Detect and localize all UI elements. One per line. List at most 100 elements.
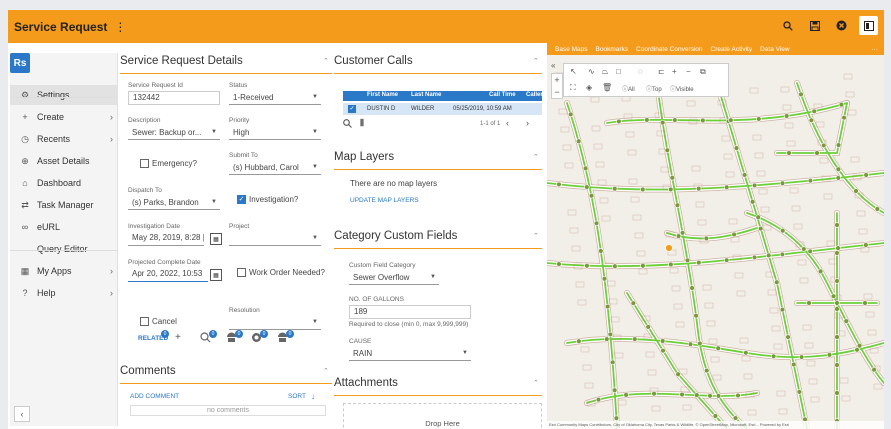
sidebar-item-label: eURL xyxy=(37,222,61,232)
sidebar-item-help[interactable]: ? Help › xyxy=(10,283,118,303)
zoom-control[interactable]: + − xyxy=(551,73,563,99)
search-icon[interactable] xyxy=(778,16,797,35)
update-map-layers-link[interactable]: UPDATE MAP LAYERS xyxy=(350,197,419,204)
trash-icon[interactable]: 🗑 xyxy=(602,83,612,92)
description-label: Description xyxy=(128,117,161,124)
map-toolbar-item[interactable]: Create Activity xyxy=(711,46,753,53)
dispatch-to-select[interactable]: (s) Parks, Brandon ▼ xyxy=(128,196,220,210)
polygon-icon[interactable]: ⏢ xyxy=(602,67,608,77)
sidebar-item-query-editor[interactable]: Query Editor xyxy=(10,239,118,259)
sidebar-item-create[interactable]: + Create › xyxy=(10,107,118,127)
status-select[interactable]: 1-Received ▼ xyxy=(229,91,321,105)
collapse-comments-icon[interactable]: ⌃ xyxy=(323,367,329,375)
polyline-icon[interactable]: ∿ xyxy=(588,67,595,76)
extent-icon[interactable]: ⛶ xyxy=(570,83,576,93)
sidebar-item-my-apps[interactable]: ▦ My Apps › xyxy=(10,261,118,281)
expand-left-icon[interactable]: « xyxy=(551,61,555,70)
save-icon[interactable] xyxy=(805,16,824,35)
cause-select[interactable]: RAIN ▼ xyxy=(349,347,471,361)
collapse-customer-calls-icon[interactable]: ⌃ xyxy=(533,57,539,65)
manhole-node xyxy=(659,119,666,126)
filter-all[interactable]: ⓘAll xyxy=(622,84,635,93)
zoom-in-icon[interactable]: + xyxy=(552,74,562,86)
manhole-node xyxy=(843,318,849,324)
cancel-checkbox[interactable]: Cancel xyxy=(140,317,177,326)
add-related-icon[interactable]: + xyxy=(175,332,181,343)
calendar-icon[interactable]: ▦ xyxy=(210,233,222,245)
table-row[interactable]: ✓ DUSTIN D WILDER 05/25/2019, 10:59 AM xyxy=(343,103,542,115)
projected-complete-field[interactable]: Apr 20, 2022, 10:53 xyxy=(128,268,208,282)
sidebar-item-dashboard[interactable]: ⌂ Dashboard xyxy=(10,173,118,193)
lasso-icon[interactable]: ◌ xyxy=(638,67,643,76)
map-toolbar-item[interactable]: Base Maps xyxy=(555,46,588,53)
collapse-sidebar-button[interactable]: ‹ xyxy=(14,406,30,422)
manhole-node xyxy=(874,206,881,212)
priority-select[interactable]: High ▼ xyxy=(229,126,321,140)
gallons-hint: Required to close (min 0, max 9,999,999) xyxy=(349,321,469,328)
col-last-name[interactable]: Last Name xyxy=(411,92,441,98)
map-panel[interactable]: Base Maps Bookmarks Coordinate Conversion C… xyxy=(547,43,884,429)
crop-icon[interactable]: ⊏ xyxy=(658,67,665,76)
sidebar-item-recents[interactable]: ◷ Recents › xyxy=(10,129,118,149)
manhole-node xyxy=(640,263,646,269)
map-canvas[interactable] xyxy=(547,43,884,429)
manhole-node xyxy=(632,336,638,342)
next-page-icon[interactable]: › xyxy=(526,118,529,128)
close-icon[interactable] xyxy=(832,16,851,35)
sort-link[interactable]: SORT xyxy=(288,393,306,400)
map-toolbar-item[interactable]: Bookmarks xyxy=(596,46,629,53)
cause-label: CAUSE xyxy=(349,338,372,345)
gallons-field[interactable]: 189 xyxy=(349,305,471,319)
emergency-checkbox[interactable]: Emergency? xyxy=(140,159,197,168)
request-id-field[interactable]: 132442 xyxy=(128,91,220,105)
submit-to-select[interactable]: (s) Hubbard, Carol ▼ xyxy=(229,161,321,175)
columns-icon[interactable]: ⦀ xyxy=(360,118,364,129)
col-call-time[interactable]: Call Time xyxy=(489,92,516,98)
app-menu-icon[interactable]: ⋮ xyxy=(114,20,126,34)
attachment-dropzone[interactable]: Drop Here xyxy=(343,403,542,429)
add-comment-link[interactable]: ADD COMMENT xyxy=(130,393,179,400)
filter-top-label: Top xyxy=(652,87,662,93)
sidebar-item-eurl[interactable]: ∞ eURL xyxy=(10,217,118,237)
collapse-details-icon[interactable]: ⌃ xyxy=(323,57,329,65)
calendar-icon[interactable]: ▦ xyxy=(210,269,222,281)
manhole-node xyxy=(798,354,805,360)
search-icon[interactable] xyxy=(343,119,352,130)
filter-top[interactable]: ⓘTop xyxy=(646,84,662,93)
remove-icon[interactable]: − xyxy=(686,67,691,76)
panel-icon[interactable] xyxy=(859,16,878,35)
map-toolbar-item[interactable]: Data View xyxy=(760,46,790,53)
zoom-out-icon[interactable]: − xyxy=(552,86,562,98)
custom-category-select[interactable]: Sewer Overflow ▼ xyxy=(349,271,439,285)
resolution-select[interactable]: ▼ xyxy=(229,316,321,330)
rectangle-icon[interactable]: □ xyxy=(616,67,621,76)
sidebar-item-settings[interactable]: ⚙ Settings xyxy=(10,85,118,105)
row-checkbox[interactable]: ✓ xyxy=(348,105,356,113)
sidebar-item-task-manager[interactable]: ⇄ Task Manager xyxy=(10,195,118,215)
map-toolbar-item[interactable]: Coordinate Conversion xyxy=(636,46,702,53)
add-icon[interactable]: + xyxy=(672,67,677,76)
sidebar-item-asset-details[interactable]: ⊕ Asset Details xyxy=(10,151,118,171)
sort-arrow-icon[interactable]: ↓ xyxy=(311,392,315,401)
filter-visible[interactable]: ⓘVisible xyxy=(670,84,694,93)
map-toolbar-item[interactable]: ··· xyxy=(872,46,879,53)
manhole-node xyxy=(700,117,706,124)
checkbox-checked-icon: ✓ xyxy=(237,195,246,204)
collapse-attachments-icon[interactable]: ⌃ xyxy=(533,379,539,387)
investigation-checkbox[interactable]: ✓ Investigation? xyxy=(237,195,298,204)
copy-icon[interactable]: ⧉ xyxy=(700,67,706,77)
project-select[interactable]: ▼ xyxy=(229,232,321,246)
collapse-custom-fields-icon[interactable]: ⌃ xyxy=(533,232,539,240)
locate-icon[interactable]: ◈ xyxy=(586,83,592,92)
col-first-name[interactable]: First Name xyxy=(367,92,398,98)
work-order-checkbox[interactable]: Work Order Needed? xyxy=(237,268,325,277)
prev-page-icon[interactable]: ‹ xyxy=(506,118,509,128)
col-caller[interactable]: Caller xyxy=(526,92,543,98)
manhole-node xyxy=(733,145,740,151)
collapse-map-layers-icon[interactable]: ⌃ xyxy=(533,153,539,161)
custom-category-value: Sewer Overflow xyxy=(353,273,410,282)
description-select[interactable]: Sewer: Backup or... ▼ xyxy=(128,126,220,140)
investigation-date-field[interactable]: May 28, 2019, 8:28 | xyxy=(128,232,204,246)
manhole-node xyxy=(612,263,618,269)
pointer-icon[interactable]: ↖ xyxy=(570,67,577,76)
